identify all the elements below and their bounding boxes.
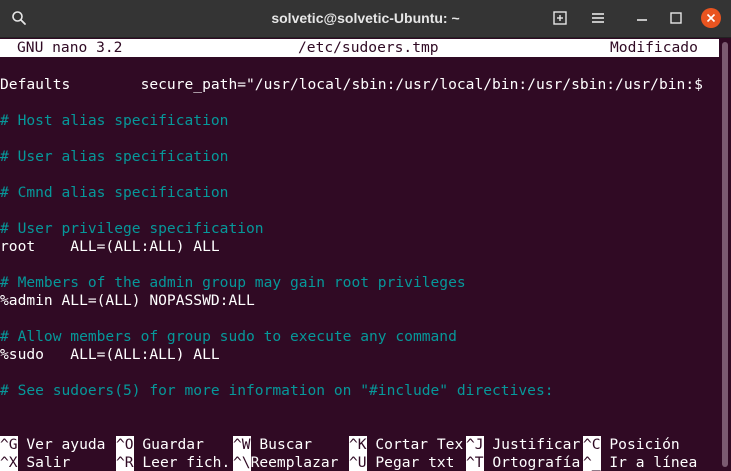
- shortcut-ir-a-linea[interactable]: ^_ Ir a línea: [583, 454, 697, 471]
- shortcut-pegar-texto[interactable]: ^U Pegar txt: [349, 454, 454, 471]
- shortcut-label: Salir: [26, 454, 71, 471]
- shortcut-key: ^G: [0, 436, 18, 454]
- file-line: Defaults secure_path="/usr/local/sbin:/u…: [0, 76, 703, 93]
- new-tab-icon[interactable]: [548, 6, 572, 30]
- shortcut-label: Reemplazar: [250, 454, 339, 471]
- shortcut-key: ^J: [466, 436, 484, 454]
- file-line: # Host alias specification: [0, 112, 229, 129]
- shortcut-reemplazar[interactable]: ^\Reemplazar: [233, 454, 338, 471]
- shortcut-key: ^W: [233, 436, 251, 454]
- scrollbar-thumb[interactable]: [722, 42, 728, 467]
- shortcut-key: ^O: [116, 436, 134, 454]
- shortcut-label: Buscar: [259, 436, 313, 453]
- file-line: # Cmnd alias specification: [0, 184, 229, 201]
- shortcut-ortografia[interactable]: ^T Ortografía: [466, 454, 580, 471]
- shortcut-label: Pegar txt: [375, 454, 455, 471]
- nano-version: GNU nano 3.2: [17, 39, 123, 56]
- close-icon: [706, 13, 716, 23]
- nano-status: Modificado: [610, 39, 698, 56]
- nano-filename: /etc/sudoers.tmp: [298, 39, 439, 56]
- shortcut-label: Posición: [609, 436, 680, 453]
- shortcut-label: Ortografía: [492, 454, 581, 471]
- shortcut-buscar[interactable]: ^W Buscar: [233, 436, 312, 454]
- file-line: # User privilege specification: [0, 220, 264, 237]
- nano-header-bar: GNU nano 3.2 /etc/sudoers.tmp Modificado: [0, 39, 720, 57]
- file-line: # Members of the admin group may gain ro…: [0, 274, 466, 291]
- shortcut-label: Ir a línea: [609, 454, 698, 471]
- shortcut-cortar-texto[interactable]: ^K Cortar Tex: [349, 436, 463, 454]
- file-line: # See sudoers(5) for more information on…: [0, 382, 554, 399]
- shortcut-key: ^_: [583, 454, 601, 471]
- minimize-icon[interactable]: [630, 6, 654, 30]
- file-line: %admin ALL=(ALL) NOPASSWD:ALL: [0, 292, 255, 309]
- shortcut-salir[interactable]: ^X Salir: [0, 454, 70, 471]
- close-button[interactable]: [701, 8, 721, 28]
- shortcut-ver-ayuda[interactable]: ^G Ver ayuda: [0, 436, 105, 454]
- shortcut-key: ^T: [466, 454, 484, 471]
- shortcut-key: ^\: [233, 454, 251, 471]
- shortcut-guardar[interactable]: ^O Guardar: [116, 436, 204, 454]
- terminal-window: solvetic@solvetic-Ubuntu: ~ GNU nano 3.2…: [0, 0, 731, 471]
- scrollbar[interactable]: [719, 38, 731, 471]
- shortcut-label: Leer fich.: [142, 454, 231, 471]
- file-line: # User alias specification: [0, 148, 229, 165]
- shortcut-key: ^C: [583, 436, 601, 454]
- shortcut-label: Cortar Tex: [375, 436, 464, 453]
- shortcut-posicion[interactable]: ^C Posición: [583, 436, 680, 454]
- window-title: solvetic@solvetic-Ubuntu: ~: [271, 10, 460, 26]
- file-line: %sudo ALL=(ALL:ALL) ALL: [0, 346, 220, 363]
- file-line: root ALL=(ALL:ALL) ALL: [0, 238, 220, 255]
- shortcut-key: ^X: [0, 454, 18, 471]
- shortcut-label: Ver ayuda: [26, 436, 106, 453]
- shortcut-label: Justificar: [492, 436, 581, 453]
- file-line: # Allow members of group sudo to execute…: [0, 328, 457, 345]
- shortcut-key: ^U: [349, 454, 367, 471]
- shortcut-key: ^K: [349, 436, 367, 454]
- shortcut-justificar[interactable]: ^J Justificar: [466, 436, 580, 454]
- shortcut-key: ^R: [116, 454, 134, 471]
- shortcut-label: Guardar: [142, 436, 204, 453]
- menu-icon[interactable]: [586, 6, 610, 30]
- shortcut-leer-fichero[interactable]: ^R Leer fich.: [116, 454, 230, 471]
- terminal-content[interactable]: GNU nano 3.2 /etc/sudoers.tmp Modificado…: [0, 38, 731, 471]
- maximize-icon[interactable]: [664, 6, 688, 30]
- titlebar[interactable]: solvetic@solvetic-Ubuntu: ~: [0, 0, 731, 38]
